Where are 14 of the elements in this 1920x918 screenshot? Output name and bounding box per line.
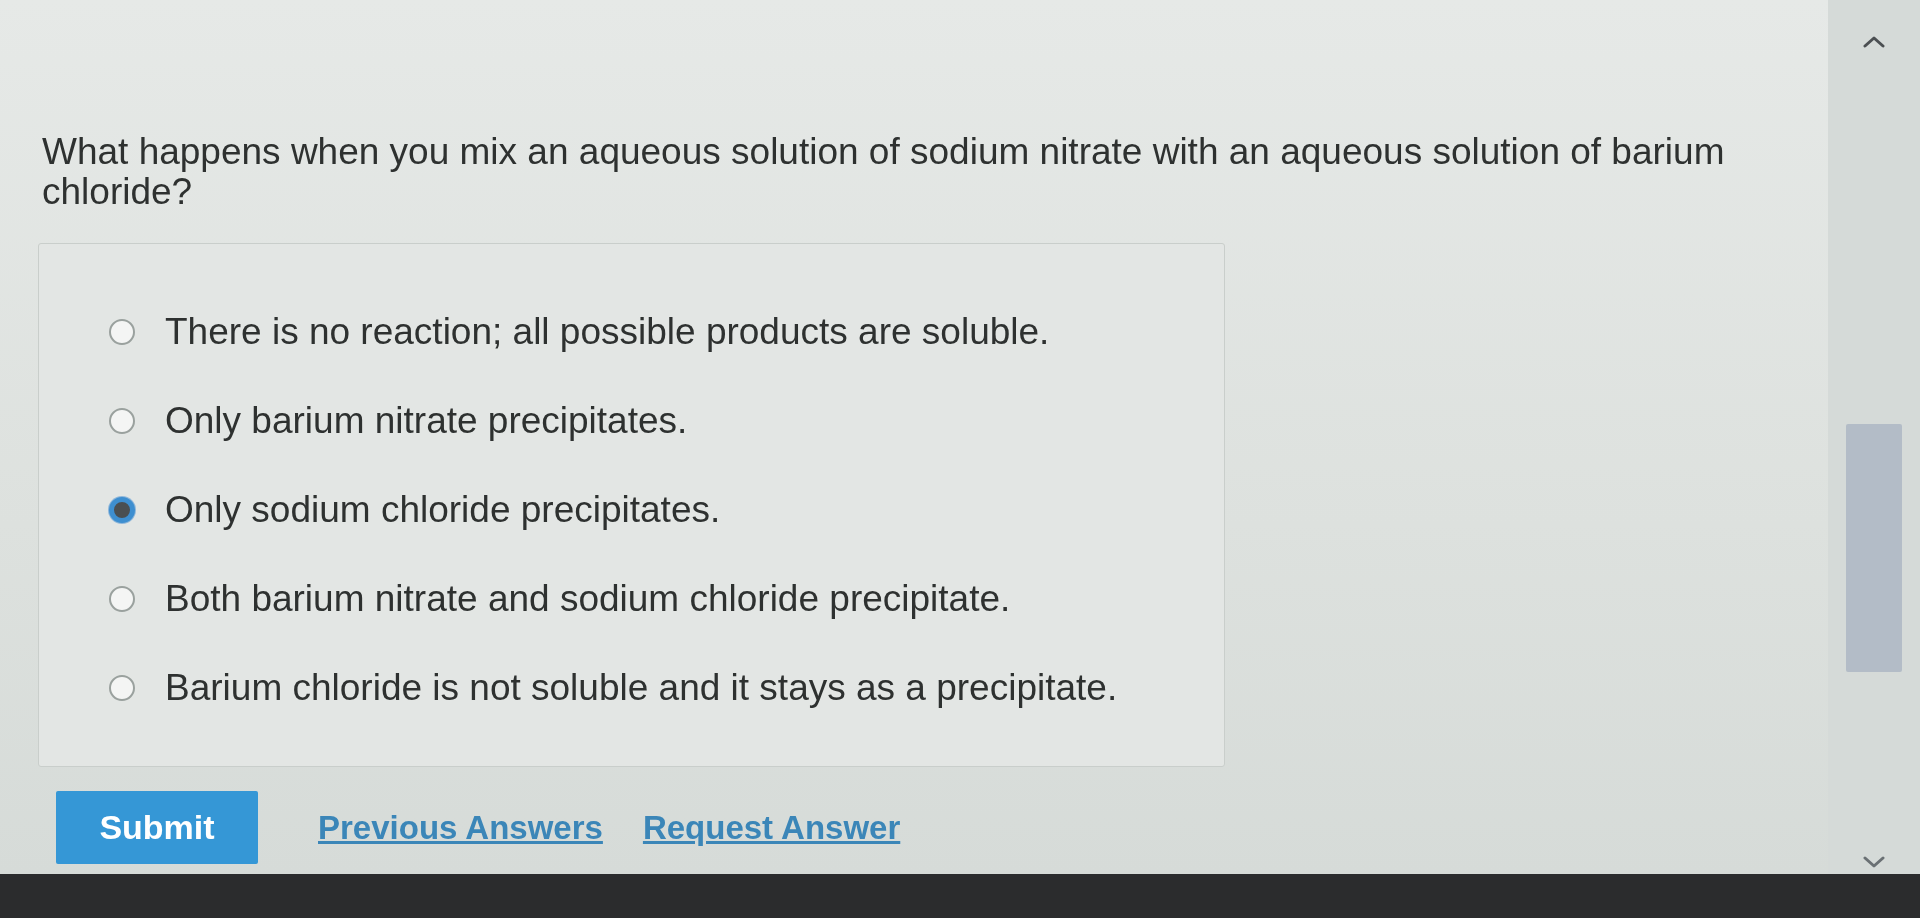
option-label[interactable]: Both barium nitrate and sodium chloride precipitate. bbox=[165, 577, 1011, 620]
option-label[interactable]: Only sodium chloride precipitates. bbox=[165, 488, 721, 531]
radio-button[interactable] bbox=[109, 674, 135, 701]
scroll-thumb[interactable] bbox=[1846, 424, 1902, 672]
radio-button[interactable] bbox=[109, 318, 135, 345]
question-text: What happens when you mix an aqueous solution of sodium nitrate with an aqueous solution of barium chloride? bbox=[42, 132, 1726, 212]
scroll-up-caret-icon[interactable] bbox=[1863, 36, 1885, 48]
radio-button[interactable] bbox=[109, 585, 135, 612]
radio-button[interactable] bbox=[109, 407, 135, 434]
option-label[interactable]: Only barium nitrate precipitates. bbox=[165, 399, 688, 442]
option-label[interactable]: Barium chloride is not soluble and it stays as a precipitate. bbox=[165, 666, 1118, 709]
scroll-down-caret-icon[interactable] bbox=[1863, 856, 1885, 868]
radio-button[interactable] bbox=[109, 496, 135, 523]
option-label[interactable]: There is no reaction; all possible products are soluble. bbox=[165, 310, 1050, 353]
